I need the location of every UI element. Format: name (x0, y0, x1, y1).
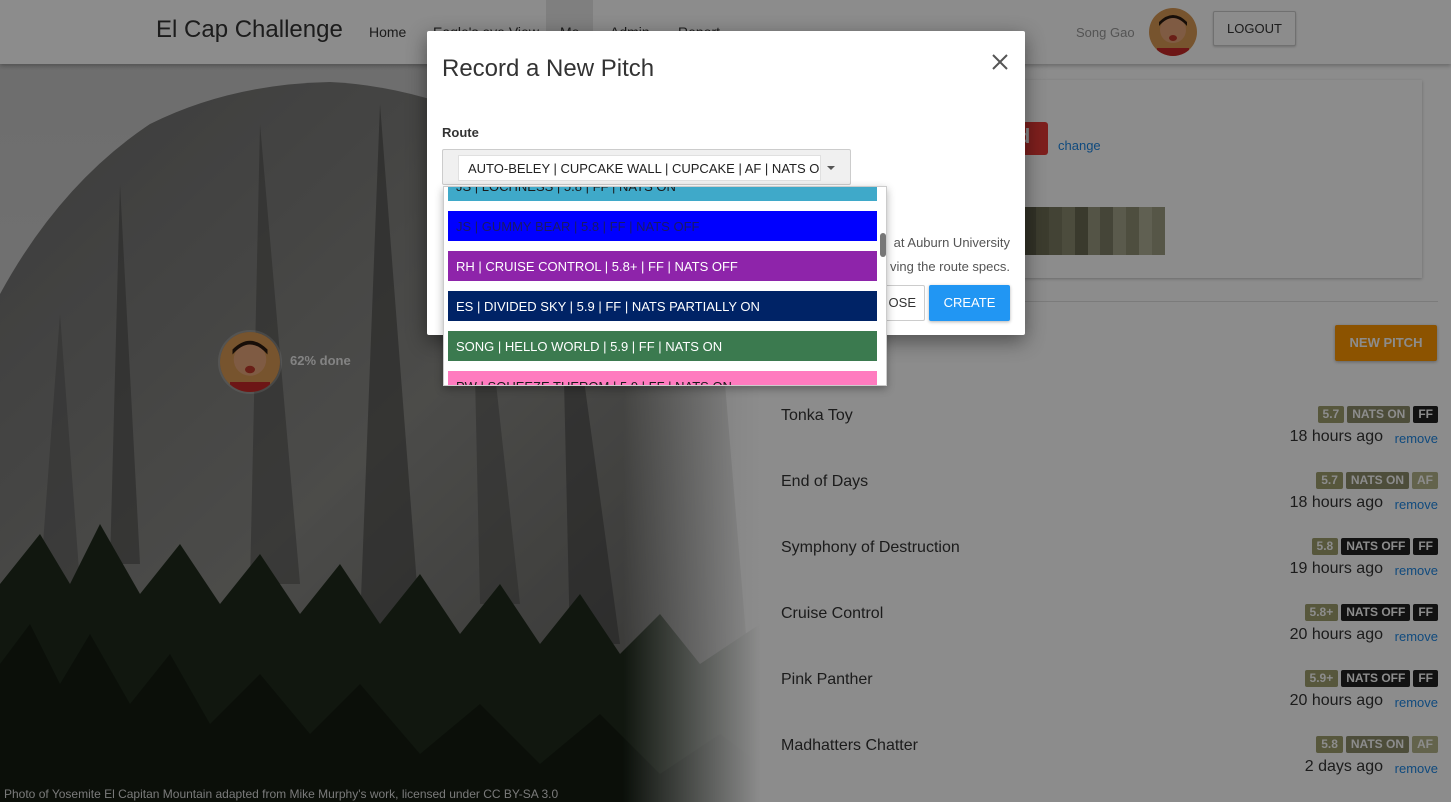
close-icon[interactable] (989, 51, 1011, 73)
modal-info-text: ving the route specs. (890, 259, 1010, 274)
create-button[interactable]: CREATE (929, 285, 1010, 321)
modal-info-text: at Auburn University (893, 235, 1010, 250)
route-select[interactable]: AUTO-BELEY | CUPCAKE WALL | CUPCAKE | AF… (442, 149, 851, 185)
caret-down-icon (827, 166, 835, 170)
route-option[interactable]: ES | DIVIDED SKY | 5.9 | FF | NATS PARTI… (448, 291, 877, 321)
route-option[interactable]: RH | CRUISE CONTROL | 5.8+ | FF | NATS O… (448, 251, 877, 281)
route-label: Route (442, 125, 479, 140)
route-option[interactable]: SONG | HELLO WORLD | 5.9 | FF | NATS ON (448, 331, 877, 361)
dropdown-scrollbar[interactable] (878, 187, 886, 385)
route-dropdown[interactable]: JS | LOCHNESS | 5.8 | FF | NATS ON JS | … (443, 186, 887, 386)
route-option[interactable]: PW | SQUEEZE THEROM | 5.9 | FF | NATS ON (448, 371, 877, 385)
route-option[interactable]: JS | GUMMY BEAR | 5.8 | FF | NATS OFF (448, 211, 877, 241)
route-select-value: AUTO-BELEY | CUPCAKE WALL | CUPCAKE | AF… (458, 155, 821, 181)
route-option[interactable]: JS | LOCHNESS | 5.8 | FF | NATS ON (448, 187, 877, 201)
modal-title: Record a New Pitch (442, 55, 655, 82)
dropdown-scroll-thumb[interactable] (880, 233, 886, 257)
